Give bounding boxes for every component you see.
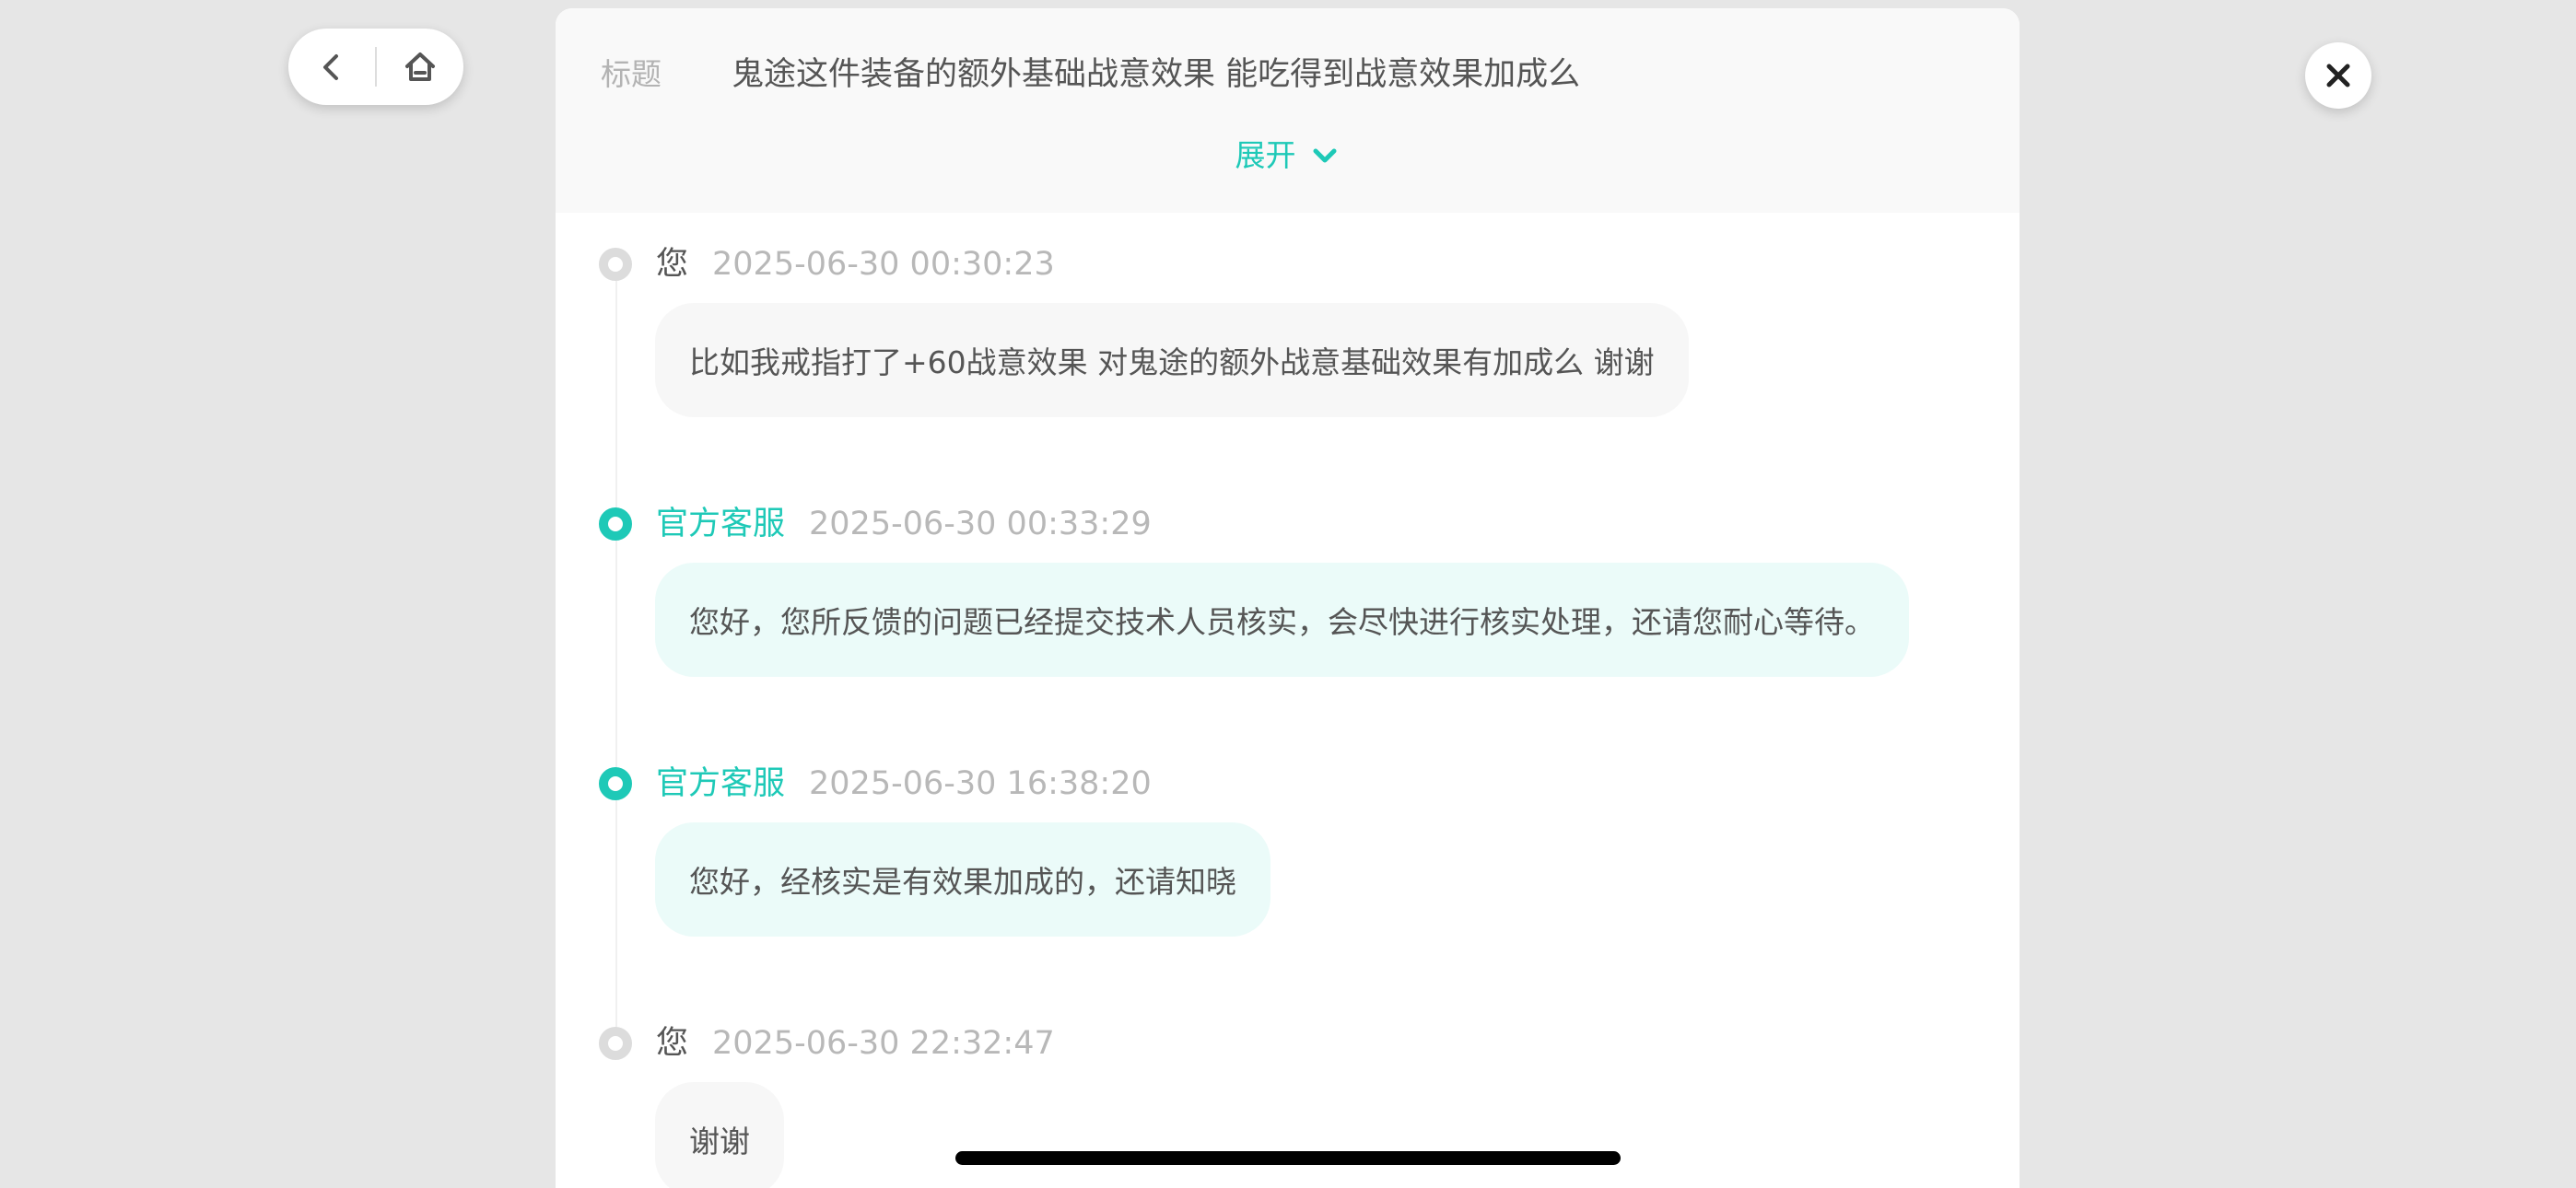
expand-label: 展开 [1235,137,1296,173]
timeline-line [615,266,617,1058]
message-bubble: 您好，您所反馈的问题已经提交技术人员核实，会尽快进行核实处理，还请您耐心等待。 [655,563,1909,677]
message-author: 官方客服 [656,765,786,802]
message-author: 您 [656,246,689,283]
back-button[interactable] [288,29,376,105]
message-time: 2025-06-30 22:32:47 [712,1025,1055,1062]
chevron-left-icon [322,53,338,80]
expand-toggle[interactable]: 展开 [556,128,2020,183]
close-icon [2326,64,2350,87]
message-author: 您 [656,1025,689,1062]
message-header: 官方客服 2025-06-30 00:33:29 [656,498,1152,550]
home-icon [404,52,435,81]
nav-divider [375,47,377,87]
message-header: 您 2025-06-30 00:30:23 [656,239,1055,290]
ticket-title: 鬼途这件装备的额外基础战意效果 能吃得到战意效果加成么 [732,56,1581,93]
message-time: 2025-06-30 00:33:29 [809,506,1152,542]
user-dot-icon [599,1027,632,1060]
nav-pill [288,29,463,105]
title-label: 标题 [601,56,662,92]
staff-dot-icon [599,507,632,541]
message-time: 2025-06-30 16:38:20 [809,765,1152,802]
chevron-down-icon [1313,148,1336,163]
message-bubble: 谢谢 [655,1082,784,1188]
ticket-header: 标题 鬼途这件装备的额外基础战意效果 能吃得到战意效果加成么 展开 [556,8,2020,213]
message-bubble: 您好，经核实是有效果加成的，还请知晓 [655,822,1270,937]
message-header: 您 2025-06-30 22:32:47 [656,1018,1055,1069]
home-indicator[interactable] [955,1151,1621,1165]
message-author: 官方客服 [656,506,786,542]
message-time: 2025-06-30 00:30:23 [712,246,1055,283]
close-button[interactable] [2305,42,2371,109]
staff-dot-icon [599,767,632,800]
message-bubble: 比如我戒指打了+60战意效果 对鬼途的额外战意基础效果有加成么 谢谢 [655,303,1689,417]
ticket-panel: 标题 鬼途这件装备的额外基础战意效果 能吃得到战意效果加成么 展开 您 2025… [556,8,2020,1188]
message-header: 官方客服 2025-06-30 16:38:20 [656,758,1152,809]
user-dot-icon [599,248,632,281]
home-button[interactable] [376,29,463,105]
